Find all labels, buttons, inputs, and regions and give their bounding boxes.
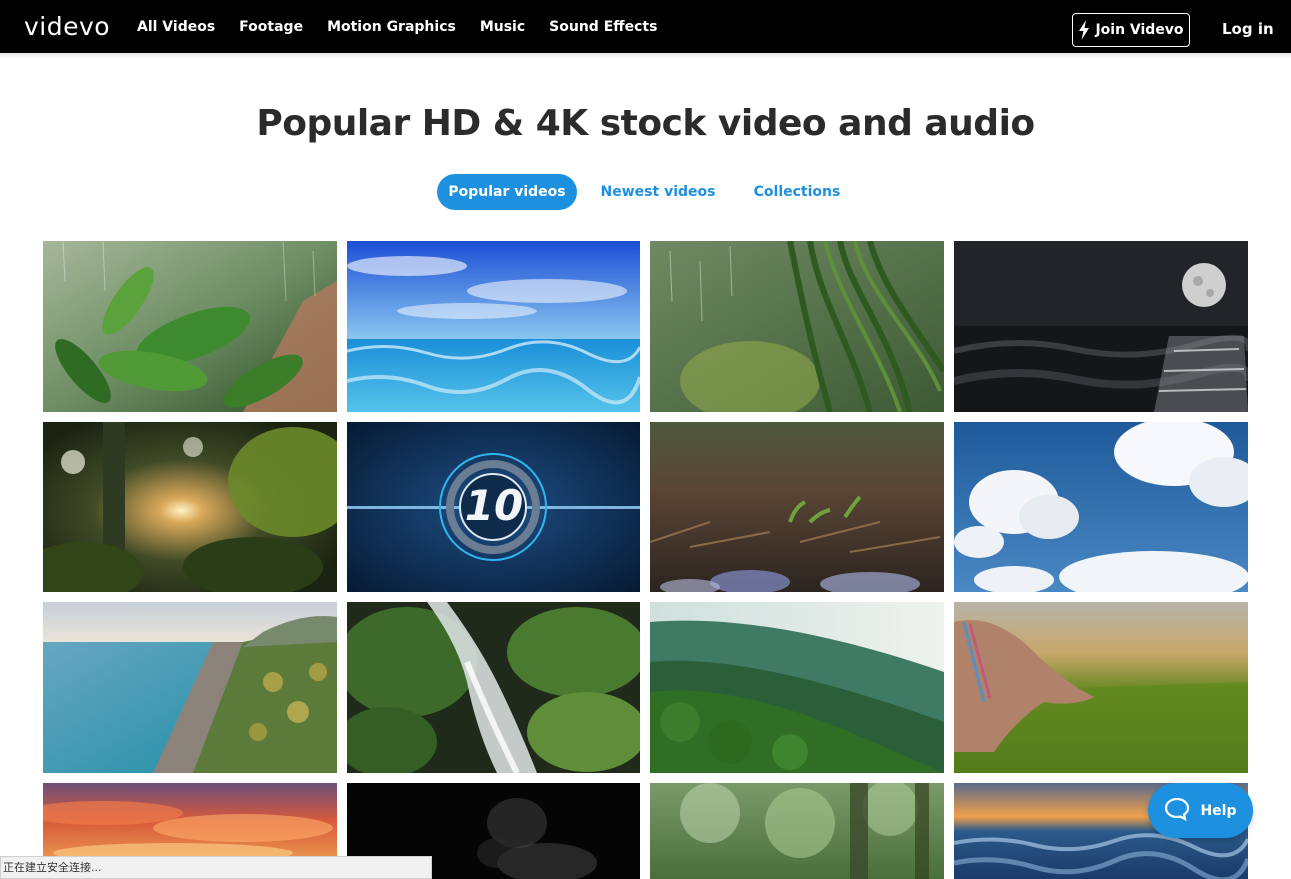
join-videvo-button[interactable]: Join Videvo xyxy=(1072,13,1190,47)
videvo-logo[interactable]: videvo xyxy=(24,12,110,42)
main-nav: All Videos Footage Motion Graphics Music… xyxy=(137,0,681,53)
help-label: Help xyxy=(1200,802,1237,819)
tab-popular-videos[interactable]: Popular videos xyxy=(437,174,577,210)
video-thumbnail-misty-green-hills[interactable] xyxy=(650,602,944,773)
nav-music[interactable]: Music xyxy=(480,19,525,35)
video-thumbnail-jungle-waterfall[interactable] xyxy=(347,602,641,773)
video-thumbnail-aerial-beach-palms[interactable] xyxy=(43,602,337,773)
nav-footage[interactable]: Footage xyxy=(239,19,303,35)
countdown-number: 10 xyxy=(464,481,524,530)
video-thumbnail-hand-in-rice-field[interactable] xyxy=(954,602,1248,773)
join-videvo-label: Join Videvo xyxy=(1095,22,1184,38)
browser-status-bar: 正在建立安全连接... xyxy=(0,856,432,879)
video-thumbnail-clouds-blue-sky[interactable] xyxy=(954,422,1248,593)
video-thumbnail-rain-on-leaves[interactable] xyxy=(43,241,337,412)
lightning-bolt-icon xyxy=(1078,20,1090,40)
video-thumbnail-jungle-sunlight[interactable] xyxy=(43,422,337,593)
tab-collections[interactable]: Collections xyxy=(744,174,850,210)
login-link[interactable]: Log in xyxy=(1222,20,1274,38)
help-button[interactable]: Help xyxy=(1148,783,1253,838)
top-navbar: videvo All Videos Footage Motion Graphic… xyxy=(0,0,1291,53)
chat-bubble-icon xyxy=(1164,797,1190,825)
tab-newest-videos[interactable]: Newest videos xyxy=(596,174,720,210)
nav-sound-effects[interactable]: Sound Effects xyxy=(549,19,657,35)
navbar-shadow xyxy=(0,53,1291,59)
video-thumbnail-ocean-blue-sky[interactable] xyxy=(347,241,641,412)
video-tabs: Popular videos Newest videos Collections xyxy=(0,174,1291,210)
video-thumbnail-sprouts-in-mud[interactable] xyxy=(650,422,944,593)
nav-motion-graphics[interactable]: Motion Graphics xyxy=(327,19,456,35)
video-thumbnail-moon-over-sea[interactable] xyxy=(954,241,1248,412)
video-thumbnail-forest-bokeh[interactable] xyxy=(650,783,944,879)
page-headline: Popular HD & 4K stock video and audio xyxy=(256,103,1035,144)
video-thumbnail-willow-rain[interactable] xyxy=(650,241,944,412)
nav-all-videos[interactable]: All Videos xyxy=(137,19,215,35)
